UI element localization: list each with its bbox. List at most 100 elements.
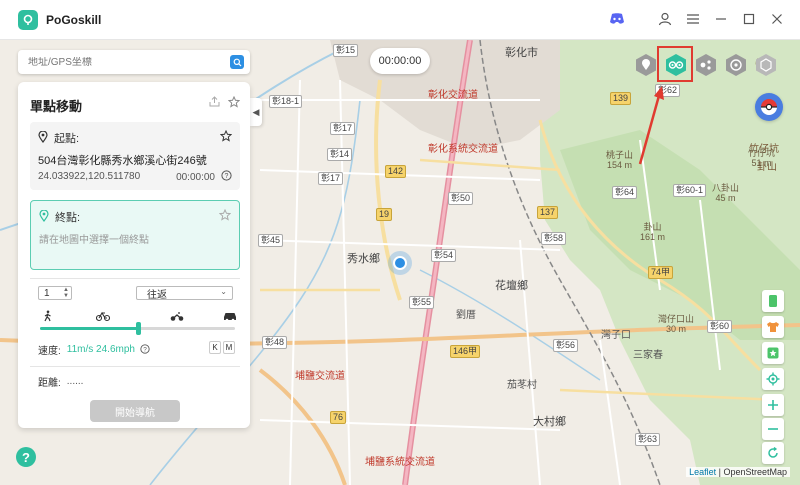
road-shield: 彰54 (431, 249, 457, 262)
app-logo-icon (18, 9, 38, 30)
locate-icon[interactable] (762, 368, 784, 390)
location-pin-icon (39, 208, 49, 225)
speed-slider[interactable] (40, 322, 235, 335)
more-mode-button[interactable] (753, 52, 779, 78)
close-icon[interactable] (768, 10, 786, 28)
road-shield: 146甲 (450, 345, 481, 358)
end-placeholder: 請在地圖中選擇一個終點 (39, 235, 149, 246)
road-shield: 彰45 (258, 234, 284, 247)
collapse-panel-button[interactable]: ◀ (250, 98, 262, 126)
multi-spot-mode-button[interactable] (693, 52, 719, 78)
user-icon[interactable] (656, 10, 674, 28)
search-button[interactable] (230, 55, 244, 69)
road-shield: 彰17 (330, 122, 356, 135)
map-attribution: Leaflet | OpenStreetMap (686, 467, 790, 477)
route-mode-select[interactable]: 往返 ⌄ (136, 286, 233, 301)
road-shield: 彰63 (635, 433, 661, 446)
osm-attribution[interactable]: | OpenStreetMap (719, 467, 787, 477)
location-pin-icon (38, 129, 48, 146)
count-value: 1 (44, 287, 50, 299)
map-label: 彰化市 (505, 47, 538, 59)
road-shield: 彰14 (327, 148, 353, 161)
start-point-card: 起點: 504台灣彰化縣秀水鄉溪心街246號 24.033922,120.511… (30, 122, 240, 190)
start-coordinates: 24.033922,120.511780 (38, 171, 141, 182)
start-time: 00:00:00 (176, 171, 215, 183)
road-shield: 139 (610, 92, 632, 105)
unit-k-button[interactable]: K (209, 341, 221, 354)
start-address: 504台灣彰化縣秀水鄉溪心街246號 (38, 155, 207, 167)
highlight-annotation (657, 46, 693, 82)
end-label: 終點: (55, 212, 81, 224)
speed-label: 速度: (38, 346, 61, 357)
maximize-icon[interactable] (740, 10, 758, 28)
search-input[interactable] (28, 56, 218, 68)
peak-label: 竹仔坑 51 m (748, 148, 776, 168)
road-shield: 彰48 (262, 336, 288, 349)
road-shield: 彰50 (448, 192, 474, 205)
annotation-arrow (638, 86, 664, 165)
discord-icon[interactable] (608, 10, 626, 28)
map-label: 灣子口 (601, 330, 631, 341)
leaflet-link[interactable]: Leaflet (689, 467, 716, 477)
map-label: 花壇鄉 (495, 280, 528, 292)
movement-controls: 1 ▲ ▼ 往返 ⌄ 速度: 11m/s 24.6mph ? K M (30, 280, 240, 370)
road-shield: 彰56 (553, 339, 579, 352)
share-icon[interactable] (209, 96, 220, 111)
speed-value: 11m/s 24.6mph (66, 344, 135, 355)
stepper-arrows-icon[interactable]: ▲ ▼ (63, 287, 69, 299)
count-stepper[interactable]: 1 ▲ ▼ (38, 286, 72, 300)
svg-text:?: ? (143, 346, 147, 353)
device-icon[interactable] (762, 290, 784, 312)
walk-icon[interactable] (42, 310, 54, 325)
road-shield: 彰60 (707, 320, 733, 333)
end-point-card[interactable]: 終點: 請在地圖中選擇一個終點 (30, 200, 240, 270)
teleport-mode-button[interactable] (633, 52, 659, 78)
help-circle-icon[interactable]: ? (221, 170, 232, 184)
map-label: 大村鄉 (533, 416, 566, 428)
teleport-panel: 單點移動 起點: 504台灣彰化縣秀水鄉溪心街246號 24.033922,12… (18, 82, 250, 428)
road-shield: 137 (537, 206, 559, 219)
route-mode-value: 往返 (147, 289, 167, 301)
road-shield: 74甲 (648, 266, 674, 279)
star-icon[interactable] (227, 95, 241, 111)
distance-label: 距離: (38, 378, 61, 389)
minimize-icon[interactable] (712, 10, 730, 28)
road-shield: 142 (385, 165, 407, 178)
chevron-left-icon: ◀ (252, 106, 260, 117)
favorite-end-icon[interactable] (218, 208, 232, 224)
peak-label: 桃子山 154 m (606, 150, 634, 170)
search-bar (18, 50, 250, 74)
road-shield: 彰60-1 (673, 184, 707, 197)
shirt-icon[interactable] (762, 316, 784, 338)
speed-slider-thumb[interactable] (135, 322, 141, 335)
divider (30, 278, 240, 279)
map-label: 埔鹽系統交流道 (365, 457, 435, 468)
joystick-mode-button[interactable] (723, 52, 749, 78)
road-shield: 彰64 (612, 186, 638, 199)
pokeball-icon[interactable] (755, 93, 783, 121)
road-shield: 彰58 (541, 232, 567, 245)
map-label: 埔鹽交流道 (295, 371, 345, 382)
zoom-out-icon[interactable] (762, 418, 784, 440)
bicycle-icon[interactable] (95, 310, 111, 325)
help-button[interactable]: ? (16, 447, 36, 467)
peak-label: 卦山 161 m (640, 222, 666, 242)
map-label: 彰化交流道 (428, 90, 478, 101)
zoom-in-icon[interactable] (762, 394, 784, 416)
start-navigation-button[interactable]: 開始導航 (90, 400, 180, 422)
favorites-icon[interactable] (762, 342, 784, 364)
map-label: 秀水鄉 (347, 253, 380, 265)
reset-icon[interactable] (762, 442, 784, 464)
road-shield: 76 (330, 411, 347, 424)
current-location-marker[interactable] (388, 251, 412, 275)
motorcycle-icon[interactable] (170, 310, 184, 325)
peak-label: 八卦山 45 m (712, 183, 740, 203)
help-circle-icon[interactable]: ? (140, 343, 150, 357)
panel-title: 單點移動 (30, 99, 83, 114)
timer-display: 00:00:00 (370, 48, 430, 74)
favorite-start-icon[interactable] (219, 129, 233, 145)
unit-m-button[interactable]: M (223, 341, 235, 354)
car-icon[interactable] (223, 310, 237, 325)
menu-icon[interactable] (684, 10, 702, 28)
map-label: 劉厝 (456, 310, 476, 321)
